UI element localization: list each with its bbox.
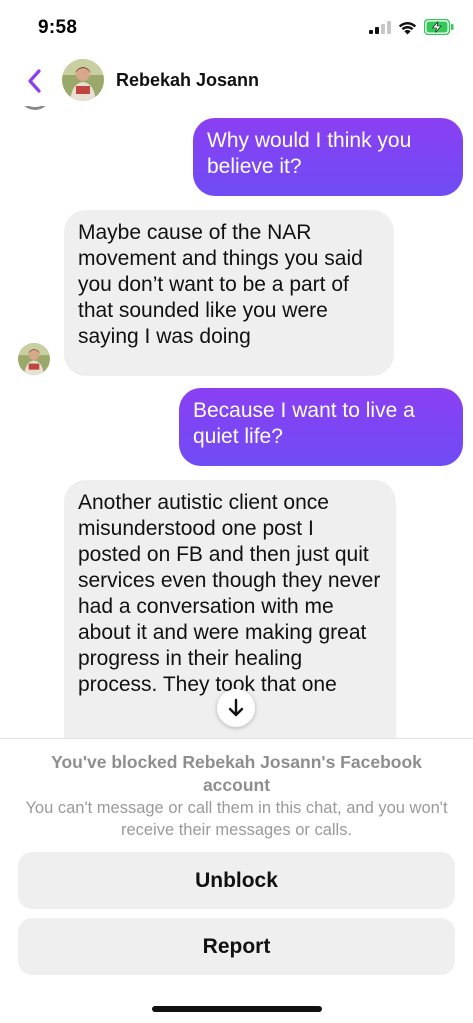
blocked-description: You can't message or call them in this c…: [25, 799, 448, 839]
message-bubble-outgoing[interactable]: Why would I think you believe it?: [193, 118, 463, 196]
status-time: 9:58: [38, 17, 78, 38]
blocked-title: You've blocked Rebekah Josann's Facebook…: [51, 752, 422, 795]
message-bubble-outgoing[interactable]: Because I want to live a quiet life?: [179, 388, 463, 466]
battery-charging-icon: [424, 19, 454, 35]
sender-avatar[interactable]: [18, 343, 50, 375]
status-bar: 9:58: [0, 0, 473, 56]
arrow-down-icon: [228, 698, 244, 717]
chevron-left-icon[interactable]: [24, 66, 46, 96]
avatar-image: [18, 343, 50, 375]
message-list[interactable]: Why would I think you believe it? Maybe …: [0, 106, 473, 738]
blocked-notice: You've blocked Rebekah Josann's Facebook…: [0, 738, 473, 1023]
message-bubble-incoming[interactable]: Maybe cause of the NAR movement and thin…: [64, 210, 394, 376]
unblock-button[interactable]: Unblock: [18, 852, 455, 909]
home-indicator: [152, 1006, 322, 1012]
signal-icon: [369, 21, 391, 34]
partial-avatar: [19, 106, 51, 110]
contact-name[interactable]: Rebekah Josann: [116, 70, 259, 91]
chat-header: Rebekah Josann: [0, 56, 473, 106]
wifi-icon: [398, 22, 417, 35]
scroll-to-bottom-button[interactable]: [217, 689, 255, 727]
contact-avatar[interactable]: [62, 59, 104, 101]
report-button[interactable]: Report: [18, 918, 455, 975]
avatar-image: [62, 59, 104, 101]
